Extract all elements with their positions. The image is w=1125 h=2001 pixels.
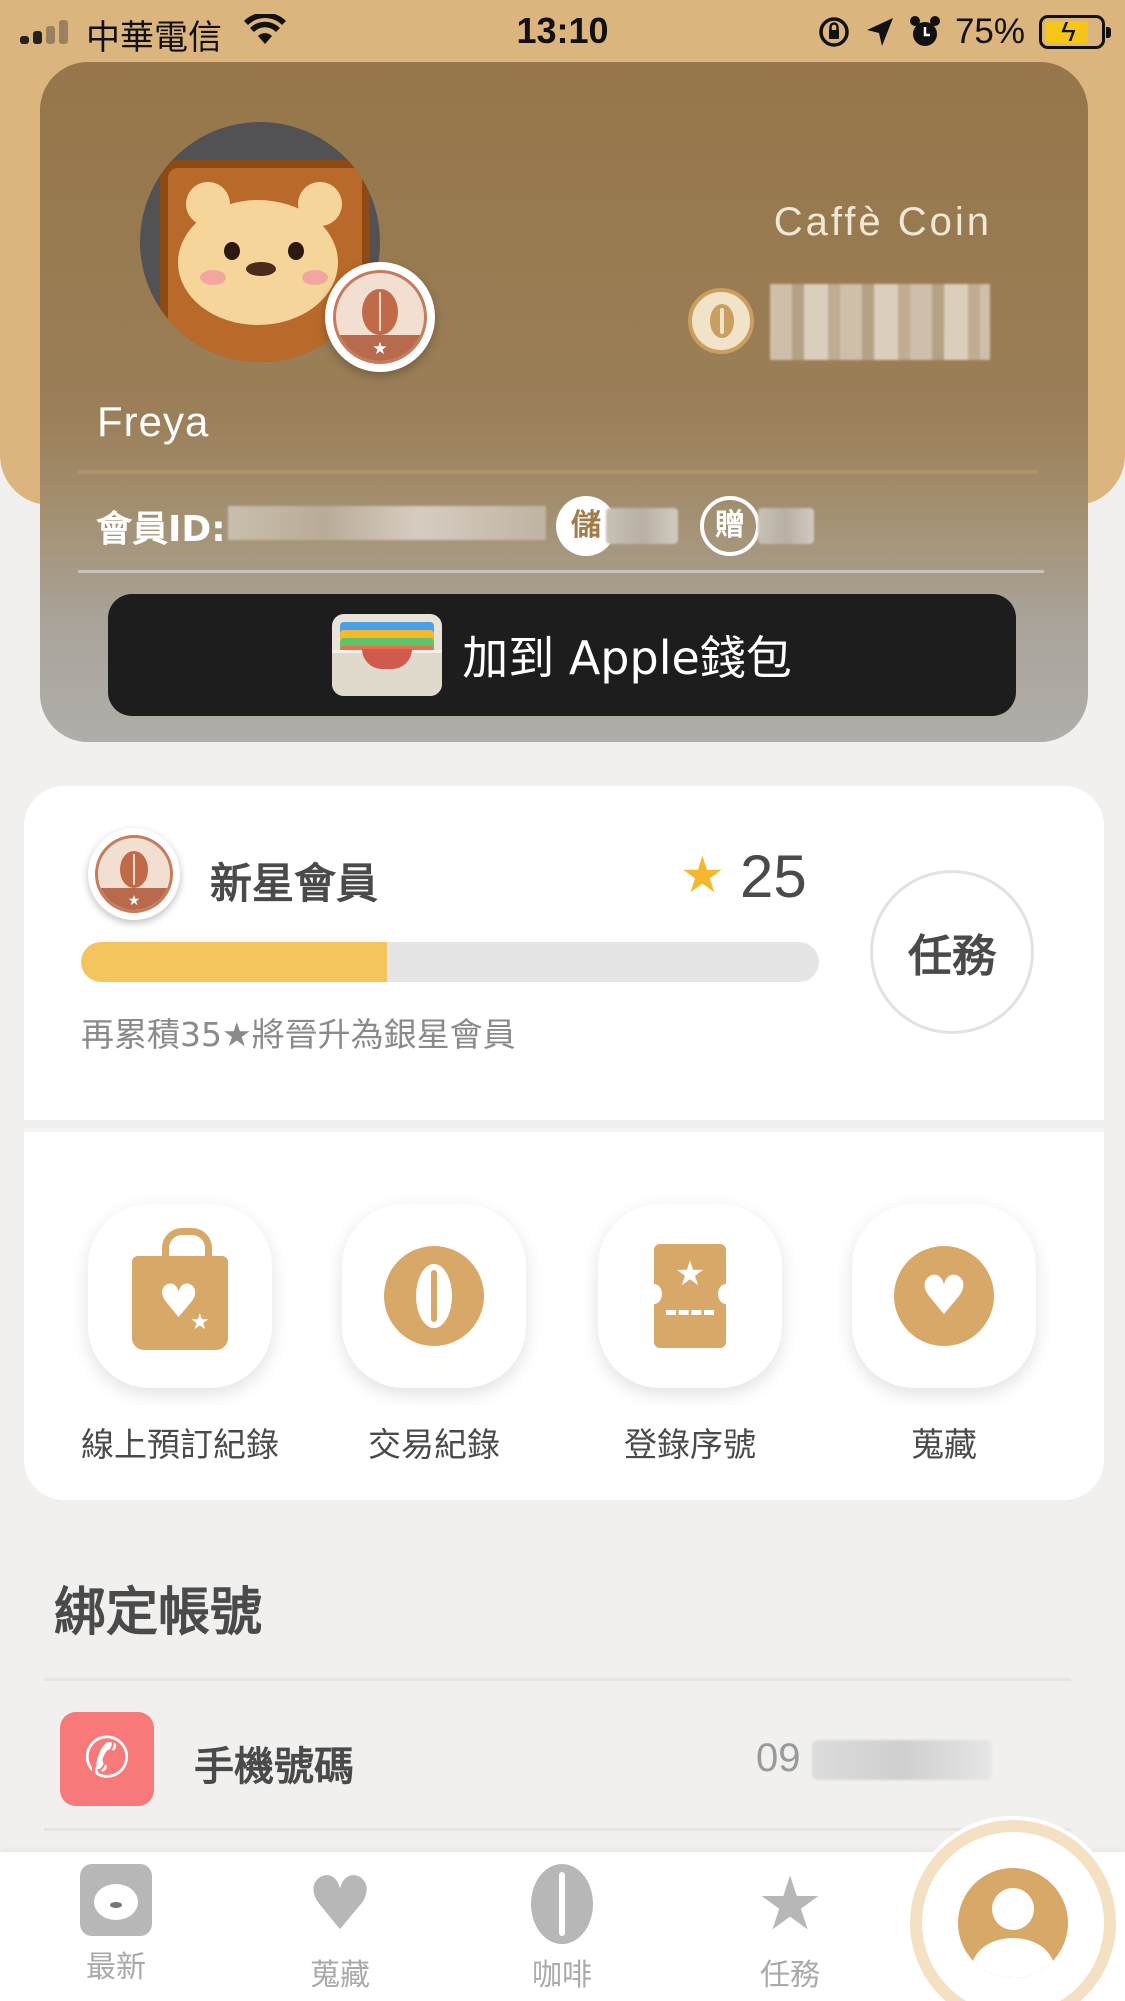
gift-value-icon: 贈 <box>700 496 760 556</box>
tab-label: 最新 <box>86 1950 146 1985</box>
coffee-bean-icon <box>531 1864 593 1944</box>
linked-accounts-title: 綁定帳號 <box>54 1583 263 1643</box>
star-count: 25 <box>740 843 807 910</box>
online-order-history-button[interactable]: ♥ ★ 線上預訂紀錄 <box>80 1204 280 1466</box>
transaction-history-button[interactable]: 交易紀錄 <box>334 1204 534 1466</box>
tab-label: 任務 <box>760 1958 820 1993</box>
action-label: 登錄序號 <box>624 1425 756 1464</box>
tab-favorites[interactable]: ♥ 蒐藏 <box>270 1864 410 1994</box>
phone-number-redacted <box>812 1740 992 1780</box>
divider <box>44 1828 1071 1831</box>
action-label: 交易紀錄 <box>368 1425 500 1464</box>
tab-label: 咖啡 <box>532 1958 592 1993</box>
star-icon: ★ <box>756 1861 824 1947</box>
wallet-button-label: 加到 Apple錢包 <box>462 631 792 685</box>
apple-wallet-icon <box>332 614 443 696</box>
bear-icon <box>80 1864 152 1936</box>
level-progress-fill <box>81 942 388 982</box>
tab-coffee[interactable]: 咖啡 <box>492 1864 632 1994</box>
coin-icon <box>688 288 754 354</box>
tab-profile[interactable] <box>910 1820 1116 2001</box>
divider <box>78 570 1044 573</box>
profile-icon <box>958 1868 1068 1978</box>
mission-button[interactable]: 任務 <box>870 870 1034 1034</box>
action-label: 蒐藏 <box>911 1425 977 1464</box>
divider <box>78 470 1038 474</box>
heart-icon: ♥ <box>894 1246 994 1346</box>
member-level-badge-icon: ★ <box>325 262 435 372</box>
status-indicators: 75% ϟ <box>817 12 1111 52</box>
tab-label: 蒐藏 <box>310 1958 370 1993</box>
star-icon: ★ <box>680 846 725 904</box>
alarm-icon <box>909 16 940 46</box>
gift-value-redacted <box>758 508 814 544</box>
action-label: 線上預訂紀錄 <box>81 1425 279 1464</box>
level-name: 新星會員 <box>210 859 379 908</box>
heart-icon: ♥ <box>306 1861 374 1947</box>
divider <box>44 1678 1071 1681</box>
username: Freya <box>97 398 210 445</box>
stored-value-redacted <box>606 508 678 544</box>
caffe-coin-label: Caffè Coin <box>773 200 992 244</box>
add-to-apple-wallet-button[interactable]: 加到 Apple錢包 <box>108 594 1016 716</box>
level-badge-icon: ★ <box>88 828 180 920</box>
coffee-bean-icon <box>384 1246 484 1346</box>
account-label: 手機號碼 <box>194 1744 354 1790</box>
coin-balance-redacted <box>770 284 990 360</box>
battery-percent: 75% <box>954 12 1025 51</box>
level-progress-hint: 再累積35★將晉升為銀星會員 <box>81 1015 516 1054</box>
battery-icon: ϟ <box>1039 15 1111 49</box>
member-id-label: 會員ID: <box>96 509 226 550</box>
ticket-icon: ★ <box>646 1244 734 1348</box>
shopping-bag-icon: ♥ ★ <box>132 1228 228 1350</box>
level-card: ★ 新星會員 ★ 25 再累積35★將晉升為銀星會員 任務 <box>24 786 1104 1120</box>
orientation-lock-icon <box>819 17 849 47</box>
phone-icon: ✆ <box>60 1712 154 1806</box>
account-value: 09 <box>756 1736 801 1780</box>
phone-number-row[interactable]: ✆ 手機號碼 09 <box>44 1700 1071 1810</box>
member-card: ★ Caffè Coin Freya 會員ID: 儲 贈 加到 Apple錢包 <box>40 62 1088 742</box>
member-id-redacted <box>228 506 546 540</box>
quick-actions-card: ♥ ★ 線上預訂紀錄 交易紀錄 ★ 登錄序號 ♥ 蒐藏 <box>24 1128 1104 1500</box>
tab-latest[interactable]: 最新 <box>46 1864 186 1986</box>
tab-missions[interactable]: ★ 任務 <box>720 1864 860 1994</box>
redeem-code-button[interactable]: ★ 登錄序號 <box>590 1204 790 1466</box>
favorites-button[interactable]: ♥ 蒐藏 <box>844 1204 1044 1466</box>
level-progress-bar <box>81 942 819 982</box>
status-bar: 中華電信 13:10 75% ϟ <box>0 0 1125 62</box>
location-arrow-icon <box>866 18 893 46</box>
